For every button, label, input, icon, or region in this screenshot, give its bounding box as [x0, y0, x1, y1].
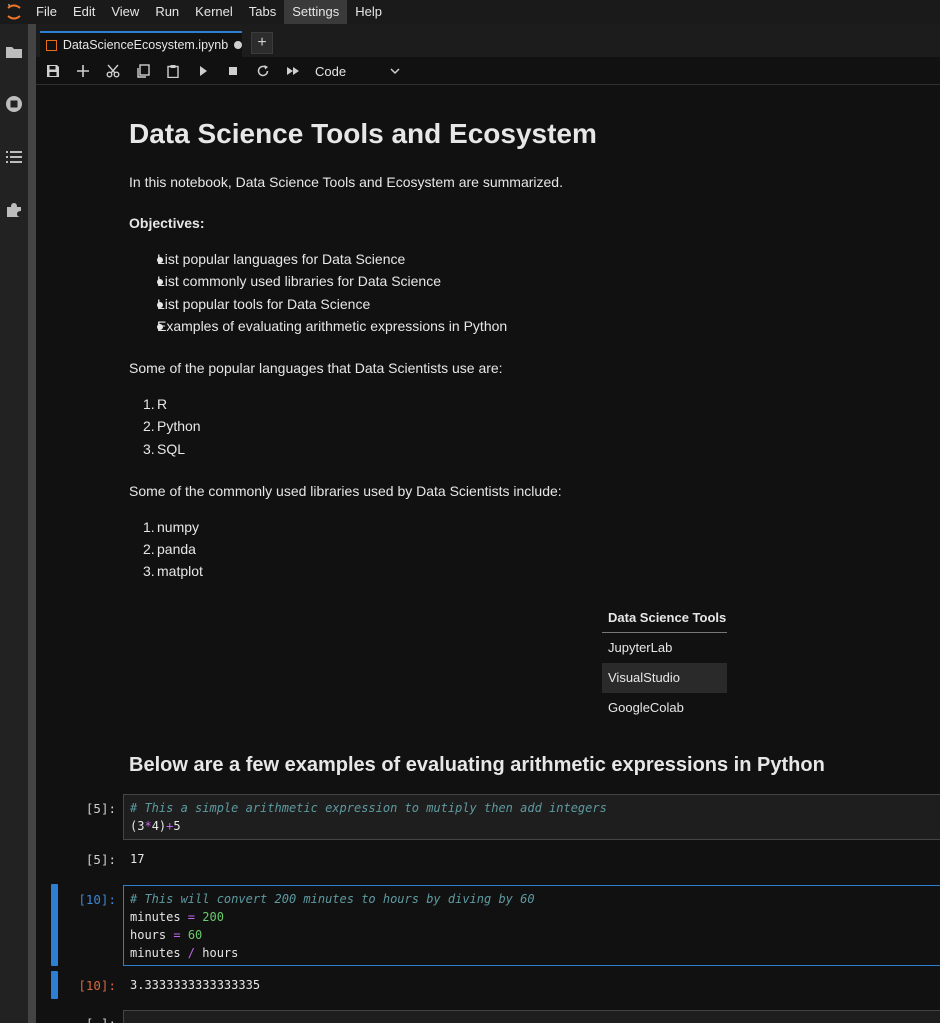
list-number: 3. [143, 563, 155, 579]
menu-run[interactable]: Run [147, 0, 187, 24]
library-item: matplot [157, 563, 203, 579]
add-cell-icon[interactable] [73, 61, 93, 81]
table-row: JupyterLab [608, 640, 673, 655]
menubar: File Edit View Run Kernel Tabs Settings … [0, 0, 940, 24]
cell-output: 17 [130, 852, 145, 866]
empty-code-cell[interactable] [123, 1010, 940, 1023]
cut-icon[interactable] [103, 61, 123, 81]
objectives-heading: Objectives: [129, 215, 205, 231]
menu-tabs[interactable]: Tabs [241, 0, 284, 24]
menu-edit[interactable]: Edit [65, 0, 103, 24]
code-line: minutes = 200 [130, 910, 224, 924]
list-number: 1. [143, 519, 155, 535]
input-prompt: [10]: [78, 892, 116, 907]
save-icon[interactable] [43, 61, 63, 81]
code-comment: # This a simple arithmetic expression to… [130, 801, 607, 815]
list-number: 3. [143, 441, 155, 457]
chevron-down-icon [390, 68, 400, 75]
intro-text: In this notebook, Data Science Tools and… [129, 174, 563, 190]
tab-bar: DataScienceEcosystem.ipynb + [36, 24, 940, 58]
code-line: hours = 60 [130, 928, 203, 942]
menu-kernel[interactable]: Kernel [187, 0, 241, 24]
notebook-icon [46, 39, 57, 51]
table-row: GoogleColab [608, 700, 684, 715]
stop-icon[interactable] [223, 61, 243, 81]
folder-icon[interactable] [4, 42, 24, 62]
objective-item: Examples of evaluating arithmetic expres… [157, 318, 508, 334]
jupyter-logo [0, 0, 28, 24]
code-cell-input[interactable]: # This a simple arithmetic expression to… [123, 794, 940, 840]
new-launcher-button[interactable]: + [251, 32, 273, 54]
notebook-toolbar: Code [36, 57, 940, 85]
extension-icon[interactable] [4, 200, 24, 220]
cell-output: 3.3333333333333335 [130, 978, 261, 992]
table-row: VisualStudio [602, 663, 727, 693]
copy-icon[interactable] [133, 61, 153, 81]
restart-icon[interactable] [253, 61, 273, 81]
unsaved-dot-icon[interactable] [234, 41, 242, 49]
objective-item: List popular languages for Data Science [157, 251, 406, 267]
arith-heading: Below are a few examples of evaluating a… [129, 754, 825, 776]
notebook-tab[interactable]: DataScienceEcosystem.ipynb [40, 31, 242, 57]
paste-icon[interactable] [163, 61, 183, 81]
menu-view[interactable]: View [103, 0, 147, 24]
objective-item: List commonly used libraries for Data Sc… [157, 273, 442, 289]
list-number: 2. [143, 541, 155, 557]
list-number: 1. [143, 396, 155, 412]
language-item: Python [157, 418, 201, 434]
input-prompt: [ ]: [56, 1016, 116, 1023]
objective-item: List popular tools for Data Science [157, 296, 371, 312]
menu-settings[interactable]: Settings [284, 0, 348, 24]
language-item: SQL [157, 441, 186, 457]
code-line: (3*4)+5 [130, 819, 181, 833]
code-line: minutes / hours [130, 946, 239, 960]
notebook-content: Data Science Tools and Ecosystem In this… [36, 85, 940, 1023]
list-number: 2. [143, 418, 155, 434]
library-item: numpy [157, 519, 200, 535]
run-icon[interactable] [193, 61, 213, 81]
libraries-intro: Some of the commonly used libraries used… [129, 483, 562, 499]
left-sidebar [0, 24, 28, 1023]
sidebar-splitter[interactable] [28, 24, 36, 1023]
toc-icon[interactable] [4, 147, 24, 167]
menu-help[interactable]: Help [347, 0, 390, 24]
cell-type-dropdown[interactable]: Code [315, 61, 401, 81]
code-comment: # This will convert 200 minutes to hours… [130, 892, 535, 906]
language-item: R [157, 396, 168, 412]
output-prompt: [5]: [85, 852, 116, 867]
input-prompt: [5]: [85, 801, 116, 816]
tools-table: Data Science Tools JupyterLab VisualStud… [602, 604, 727, 723]
table-header: Data Science Tools [602, 604, 727, 633]
output-prompt: [10]: [78, 978, 116, 993]
cell-type-value: Code [315, 63, 347, 79]
menu-file[interactable]: File [28, 0, 65, 24]
running-icon[interactable] [4, 94, 24, 114]
code-cell-input[interactable]: # This will convert 200 minutes to hours… [123, 885, 940, 966]
languages-intro: Some of the popular languages that Data … [129, 360, 503, 376]
library-item: panda [157, 541, 196, 557]
fast-forward-icon[interactable] [283, 61, 303, 81]
notebook-title: Data Science Tools and Ecosystem [129, 118, 597, 149]
tab-title: DataScienceEcosystem.ipynb [62, 38, 229, 52]
